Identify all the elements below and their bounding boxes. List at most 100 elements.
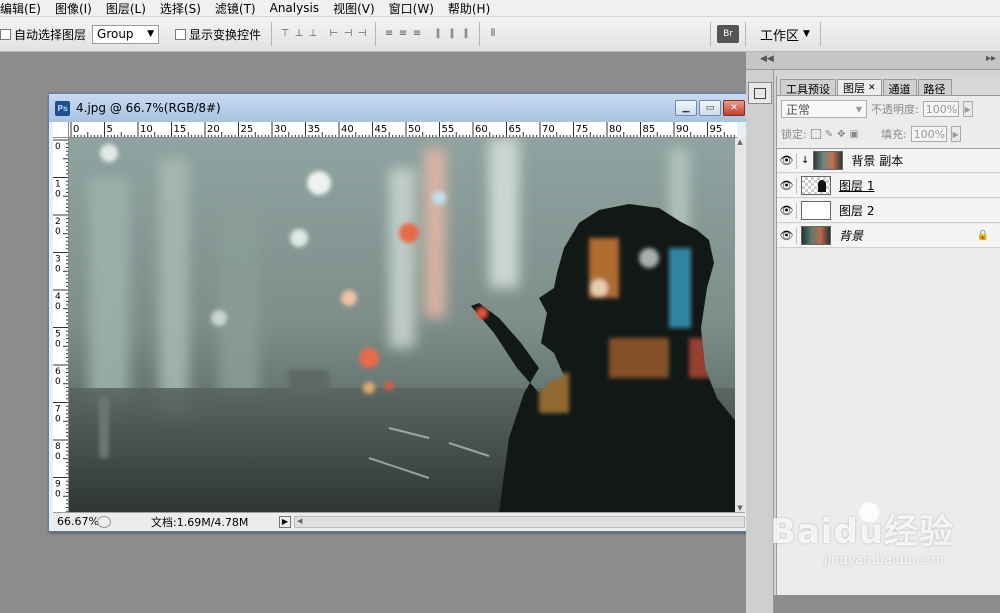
align-vcenter-icon[interactable]: ⊥ — [293, 28, 305, 40]
align-top-icon[interactable]: ⊤ — [279, 28, 291, 40]
layer-name: 背景 副本 — [851, 154, 904, 168]
panel-icon-button[interactable] — [748, 82, 772, 104]
auto-select-box[interactable] — [0, 28, 11, 40]
ruler-corner[interactable] — [53, 122, 69, 138]
vertical-ruler[interactable]: 0102030405060708090 — [53, 138, 69, 512]
tab-tool-presets[interactable]: 工具预设 — [780, 79, 836, 96]
chevron-down-icon: ▼ — [803, 29, 810, 39]
status-info-icon[interactable] — [97, 515, 111, 528]
visibility-eye-icon[interactable]: 👁 — [777, 152, 797, 169]
ruler-tick-label: 0 — [55, 452, 61, 462]
ruler-tick-label: 60 — [475, 124, 488, 135]
lock-all-icon[interactable]: ▣ — [850, 129, 859, 140]
document-title: 4.jpg @ 66.7%(RGB/8#) — [76, 101, 221, 115]
menu-filter[interactable]: 滤镜(T) — [208, 0, 263, 17]
vertical-scrollbar[interactable]: ▲ ▼ — [735, 138, 745, 512]
layer-row[interactable]: 👁 ↓ 背景 副本 — [777, 149, 1000, 173]
collapse-dock-icon[interactable]: ◀◀ — [760, 54, 774, 64]
layer-thumbnail — [801, 201, 831, 220]
close-button[interactable]: ✕ — [723, 100, 745, 116]
separator — [745, 22, 747, 46]
show-transform-box[interactable] — [175, 28, 187, 40]
document-titlebar[interactable]: Ps 4.jpg @ 66.7%(RGB/8#) ▁ ▭ ✕ — [49, 94, 749, 122]
dock-menu-icon[interactable]: ▸▸ — [986, 53, 996, 64]
opacity-input[interactable]: 100% — [922, 101, 959, 117]
menu-image[interactable]: 图像(I) — [48, 0, 99, 17]
align-hcenter-icon[interactable]: ⊣ — [342, 28, 354, 40]
menu-edit[interactable]: 编辑(E) — [0, 0, 48, 17]
layer-row[interactable]: 👁 图层 2 — [777, 199, 1000, 223]
ruler-tick-label: 30 — [274, 124, 287, 135]
scroll-up-arrow-icon[interactable]: ▲ — [735, 138, 745, 146]
menu-help[interactable]: 帮助(H) — [441, 0, 497, 17]
minimize-button[interactable]: ▁ — [675, 100, 697, 116]
ruler-tick-label: 35 — [308, 124, 321, 135]
distribute-hcenter-icon[interactable]: ‖ — [446, 28, 458, 40]
lock-pixels-icon[interactable]: ✎ — [825, 129, 833, 140]
ruler-tick-label: 55 — [442, 124, 455, 135]
layer-row[interactable]: 👁 背景 🔒 — [777, 224, 1000, 248]
show-transform-label: 显示变换控件 — [189, 27, 262, 42]
lock-position-icon[interactable]: ✥ — [837, 129, 845, 140]
align-right-icon[interactable]: ⊣ — [356, 28, 368, 40]
menu-view[interactable]: 视图(V) — [326, 0, 382, 17]
ruler-tick-label: 8 — [55, 442, 61, 452]
ruler-tick-label: 85 — [643, 124, 656, 135]
tab-layers-label: 图层 — [843, 81, 865, 95]
lock-icon: 🔒 — [976, 230, 989, 241]
ruler-tick-label: 65 — [509, 124, 522, 135]
workspace-button[interactable]: 工作区 ▼ — [760, 25, 810, 44]
distribute-top-icon[interactable]: ≡ — [383, 28, 395, 40]
status-menu-arrow-icon[interactable]: ▶ — [279, 515, 291, 528]
group-select[interactable]: Group ▼ — [92, 24, 160, 44]
menu-analysis[interactable]: Analysis — [263, 1, 326, 15]
blend-mode-select[interactable]: 正常 ▼ — [781, 100, 867, 118]
distribute-left-icon[interactable]: ‖ — [432, 28, 444, 40]
maximize-button[interactable]: ▭ — [699, 100, 721, 116]
visibility-eye-icon[interactable]: 👁 — [777, 202, 797, 219]
ruler-tick-label: 0 — [55, 227, 61, 237]
zoom-level[interactable]: 66.67% — [53, 515, 99, 528]
right-panel-dock: ◀◀ ▸▸ 工具预设 图层 ✕ 通道 路径 正常 ▼ 不透明度: 100% ▶ — [746, 52, 1000, 613]
lock-transparency-icon[interactable] — [810, 129, 821, 139]
distribute-bottom-icon[interactable]: ≡ — [411, 28, 423, 40]
tab-layers[interactable]: 图层 ✕ — [837, 79, 882, 95]
ruler-tick-label: 0 — [55, 377, 61, 387]
horizontal-scrollbar[interactable]: ◀ — [294, 515, 745, 528]
ruler-tick-label: 5 — [107, 124, 113, 135]
ruler-tick-label: 6 — [55, 367, 61, 377]
blend-mode-value: 正常 — [786, 102, 811, 117]
align-left-icon[interactable]: ⊢ — [328, 28, 340, 40]
bridge-icon[interactable]: Br — [717, 25, 740, 43]
distribute-vcenter-icon[interactable]: ≡ — [397, 28, 409, 40]
menu-layer[interactable]: 图层(L) — [99, 0, 153, 17]
show-transform-checkbox[interactable]: 显示变换控件 — [175, 26, 261, 43]
menu-window[interactable]: 窗口(W) — [382, 0, 441, 17]
distribute-right-icon[interactable]: ‖ — [460, 28, 472, 40]
close-tab-icon[interactable]: ✕ — [868, 83, 876, 93]
fill-input[interactable]: 100% — [910, 126, 947, 142]
auto-select-checkbox[interactable]: 自动选择图层 — [0, 26, 86, 43]
fill-slider-arrow-icon[interactable]: ▶ — [950, 126, 961, 142]
horizontal-ruler[interactable]: 0 5 10 15 20 25 30 35 40 45 50 55 60 65 70 75 80 85 90 95 — [69, 122, 737, 138]
ruler-tick-label: 0 — [55, 340, 61, 350]
ruler-tick-label: 25 — [241, 124, 254, 135]
layer-name: 图层 2 — [839, 204, 875, 218]
visibility-eye-icon[interactable]: 👁 — [777, 177, 797, 194]
align-bottom-icon[interactable]: ⊥ — [307, 28, 319, 40]
auto-align-icon[interactable]: ⫴ — [487, 28, 499, 40]
tab-channels[interactable]: 通道 — [882, 79, 917, 96]
layer-row[interactable]: 👁 图层 1 — [777, 174, 1000, 198]
visibility-eye-icon[interactable]: 👁 — [777, 227, 797, 244]
scroll-down-arrow-icon[interactable]: ▼ — [735, 504, 745, 512]
tab-paths[interactable]: 路径 — [917, 79, 952, 96]
ruler-tick-label: 0 — [55, 490, 61, 500]
layers-comp-icon — [754, 87, 766, 99]
ruler-tick-label: 4 — [55, 292, 61, 302]
ruler-tick-label: 80 — [609, 124, 622, 135]
menu-select[interactable]: 选择(S) — [153, 0, 208, 17]
scroll-left-arrow-icon[interactable]: ◀ — [297, 517, 302, 525]
opacity-slider-arrow-icon[interactable]: ▶ — [962, 101, 973, 117]
chevron-down-icon: ▼ — [147, 29, 155, 39]
image-canvas[interactable] — [69, 138, 737, 512]
